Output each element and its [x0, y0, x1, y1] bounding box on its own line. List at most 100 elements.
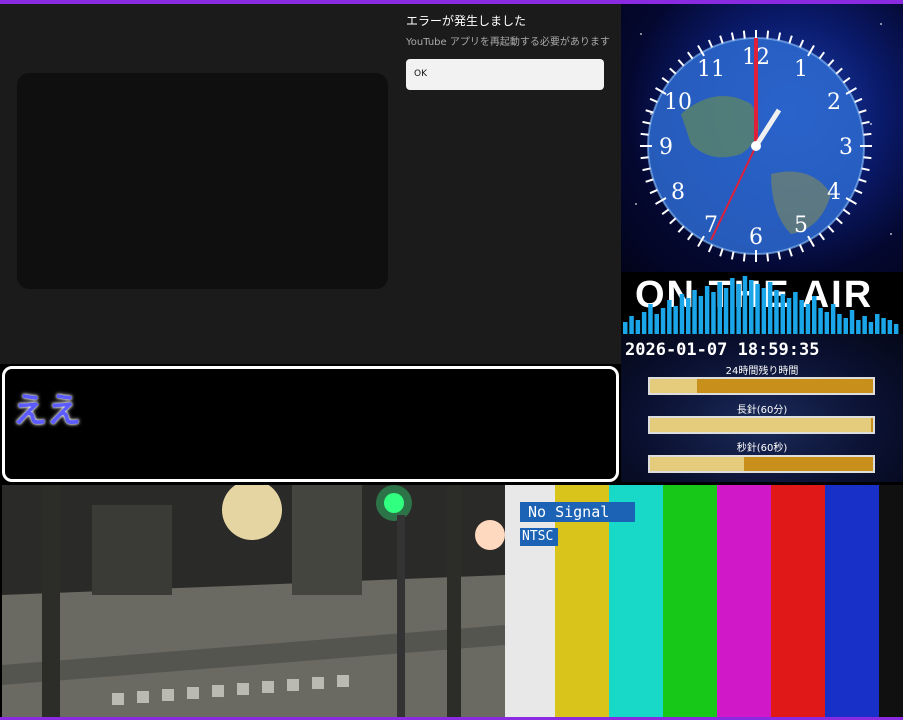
clock-tick	[799, 39, 805, 48]
equalizer-bar	[711, 292, 716, 334]
equalizer-bar	[862, 316, 867, 334]
camera-image	[2, 485, 505, 717]
clock-tick	[863, 156, 872, 160]
on-air-banner: ON THE AIR	[621, 272, 903, 334]
clock-tick	[669, 217, 677, 225]
equalizer-bar	[774, 290, 779, 334]
clock-numeral: 3	[839, 135, 853, 160]
clock-tick	[707, 244, 713, 253]
youtube-error-panel: エラーが発生しました YouTube アプリを再起動する必要があります OK	[0, 4, 621, 364]
clock-tick	[669, 67, 677, 75]
clock-tick	[687, 51, 694, 60]
clock-tick	[766, 253, 770, 262]
clock-tick	[642, 120, 651, 125]
equalizer-bar	[824, 312, 830, 334]
equalizer-bar	[767, 282, 773, 334]
equalizer-bar	[881, 318, 886, 334]
equalizer-bar	[692, 290, 697, 334]
clock-tick	[719, 35, 724, 44]
equalizer-bar	[812, 296, 817, 334]
equalizer-bar	[875, 314, 880, 334]
color-bar	[771, 485, 825, 717]
clock-tick	[640, 156, 649, 160]
clock-tick	[677, 225, 685, 233]
minute-bar-fill	[650, 418, 871, 432]
equalizer-bar	[654, 314, 659, 334]
equalizer-bar	[736, 284, 741, 334]
color-bar	[879, 485, 903, 717]
clock-numeral: 10	[664, 90, 692, 115]
clock-numeral: 6	[749, 225, 763, 250]
second-label: 秒針(60秒)	[736, 443, 788, 454]
equalizer-bar	[723, 288, 729, 334]
clock-tick	[827, 225, 835, 233]
clock-tick	[649, 189, 658, 195]
equalizer-bar	[730, 278, 735, 334]
datetime-display: 2026-01-07 18:59:35	[625, 340, 820, 360]
clock-tick	[835, 67, 843, 75]
clock-tick	[777, 251, 782, 260]
equalizer-bar	[893, 324, 899, 334]
equalizer-bar	[843, 318, 848, 334]
clock-tick	[842, 77, 851, 84]
clock-numeral: 7	[704, 213, 718, 238]
equalizer-bar	[660, 308, 666, 334]
equalizer-bar	[818, 308, 823, 334]
clock-tick	[858, 109, 867, 114]
equalizer-bar	[849, 310, 855, 334]
clock-tick	[642, 167, 651, 172]
clock-tick	[858, 178, 867, 183]
minute-bar	[648, 416, 875, 434]
clock-numeral: 5	[794, 213, 808, 238]
clock-numeral: 1	[794, 57, 808, 82]
ntsc-label: NTSC	[520, 528, 558, 546]
ok-button[interactable]: OK	[406, 59, 604, 90]
error-message: YouTube アプリを再起動する必要があります	[406, 37, 610, 48]
clock-tick	[687, 232, 694, 241]
color-bars-test-pattern: No Signal NTSC	[505, 485, 903, 717]
clock-tick	[818, 232, 825, 241]
clock-tick	[742, 30, 746, 39]
equalizer-bar	[667, 300, 672, 334]
equalizer-bar	[698, 296, 704, 334]
equalizer-bar	[793, 292, 798, 334]
equalizer-bar	[717, 282, 722, 334]
clock-tick	[842, 208, 851, 215]
equalizer-bar	[837, 314, 842, 334]
equalizer-bar	[679, 294, 685, 334]
second-bar	[648, 455, 875, 473]
equalizer-bar	[799, 300, 804, 334]
clock-tick	[788, 35, 793, 44]
equalizer-bar	[629, 316, 634, 334]
equalizer-bar	[761, 288, 767, 334]
clock-tick	[730, 251, 735, 260]
clock-tick	[677, 59, 685, 67]
clock-tick	[777, 32, 782, 41]
color-bar	[825, 485, 879, 717]
clock-tick	[707, 39, 713, 48]
no-signal-label: No Signal	[520, 502, 635, 522]
equalizer-bar	[648, 304, 653, 334]
equalizer-bar	[856, 320, 861, 334]
clock-face: 121234567891011	[635, 23, 892, 262]
clock-tick	[854, 189, 863, 195]
message-box: ええ	[2, 366, 619, 482]
clock-tick	[854, 97, 863, 103]
equalizer-bar	[704, 286, 710, 334]
equalizer-bar	[755, 284, 760, 334]
equalizer-bar	[830, 304, 836, 334]
clock-numeral: 2	[827, 90, 841, 115]
clock-tick	[818, 51, 825, 60]
video-placeholder	[17, 73, 388, 289]
clock-tick	[766, 30, 770, 39]
equalizer-bar	[887, 320, 893, 334]
clock-tick	[863, 132, 872, 136]
equalizer-bar	[623, 322, 628, 334]
clock-tick	[661, 77, 670, 84]
equalizer-bar	[749, 280, 754, 334]
remaining-bar-fill	[650, 379, 697, 393]
clock-tick	[645, 178, 654, 183]
clock-tick	[649, 97, 658, 103]
minute-label: 長針(60分)	[736, 405, 788, 416]
equalizer-bar	[742, 276, 748, 334]
